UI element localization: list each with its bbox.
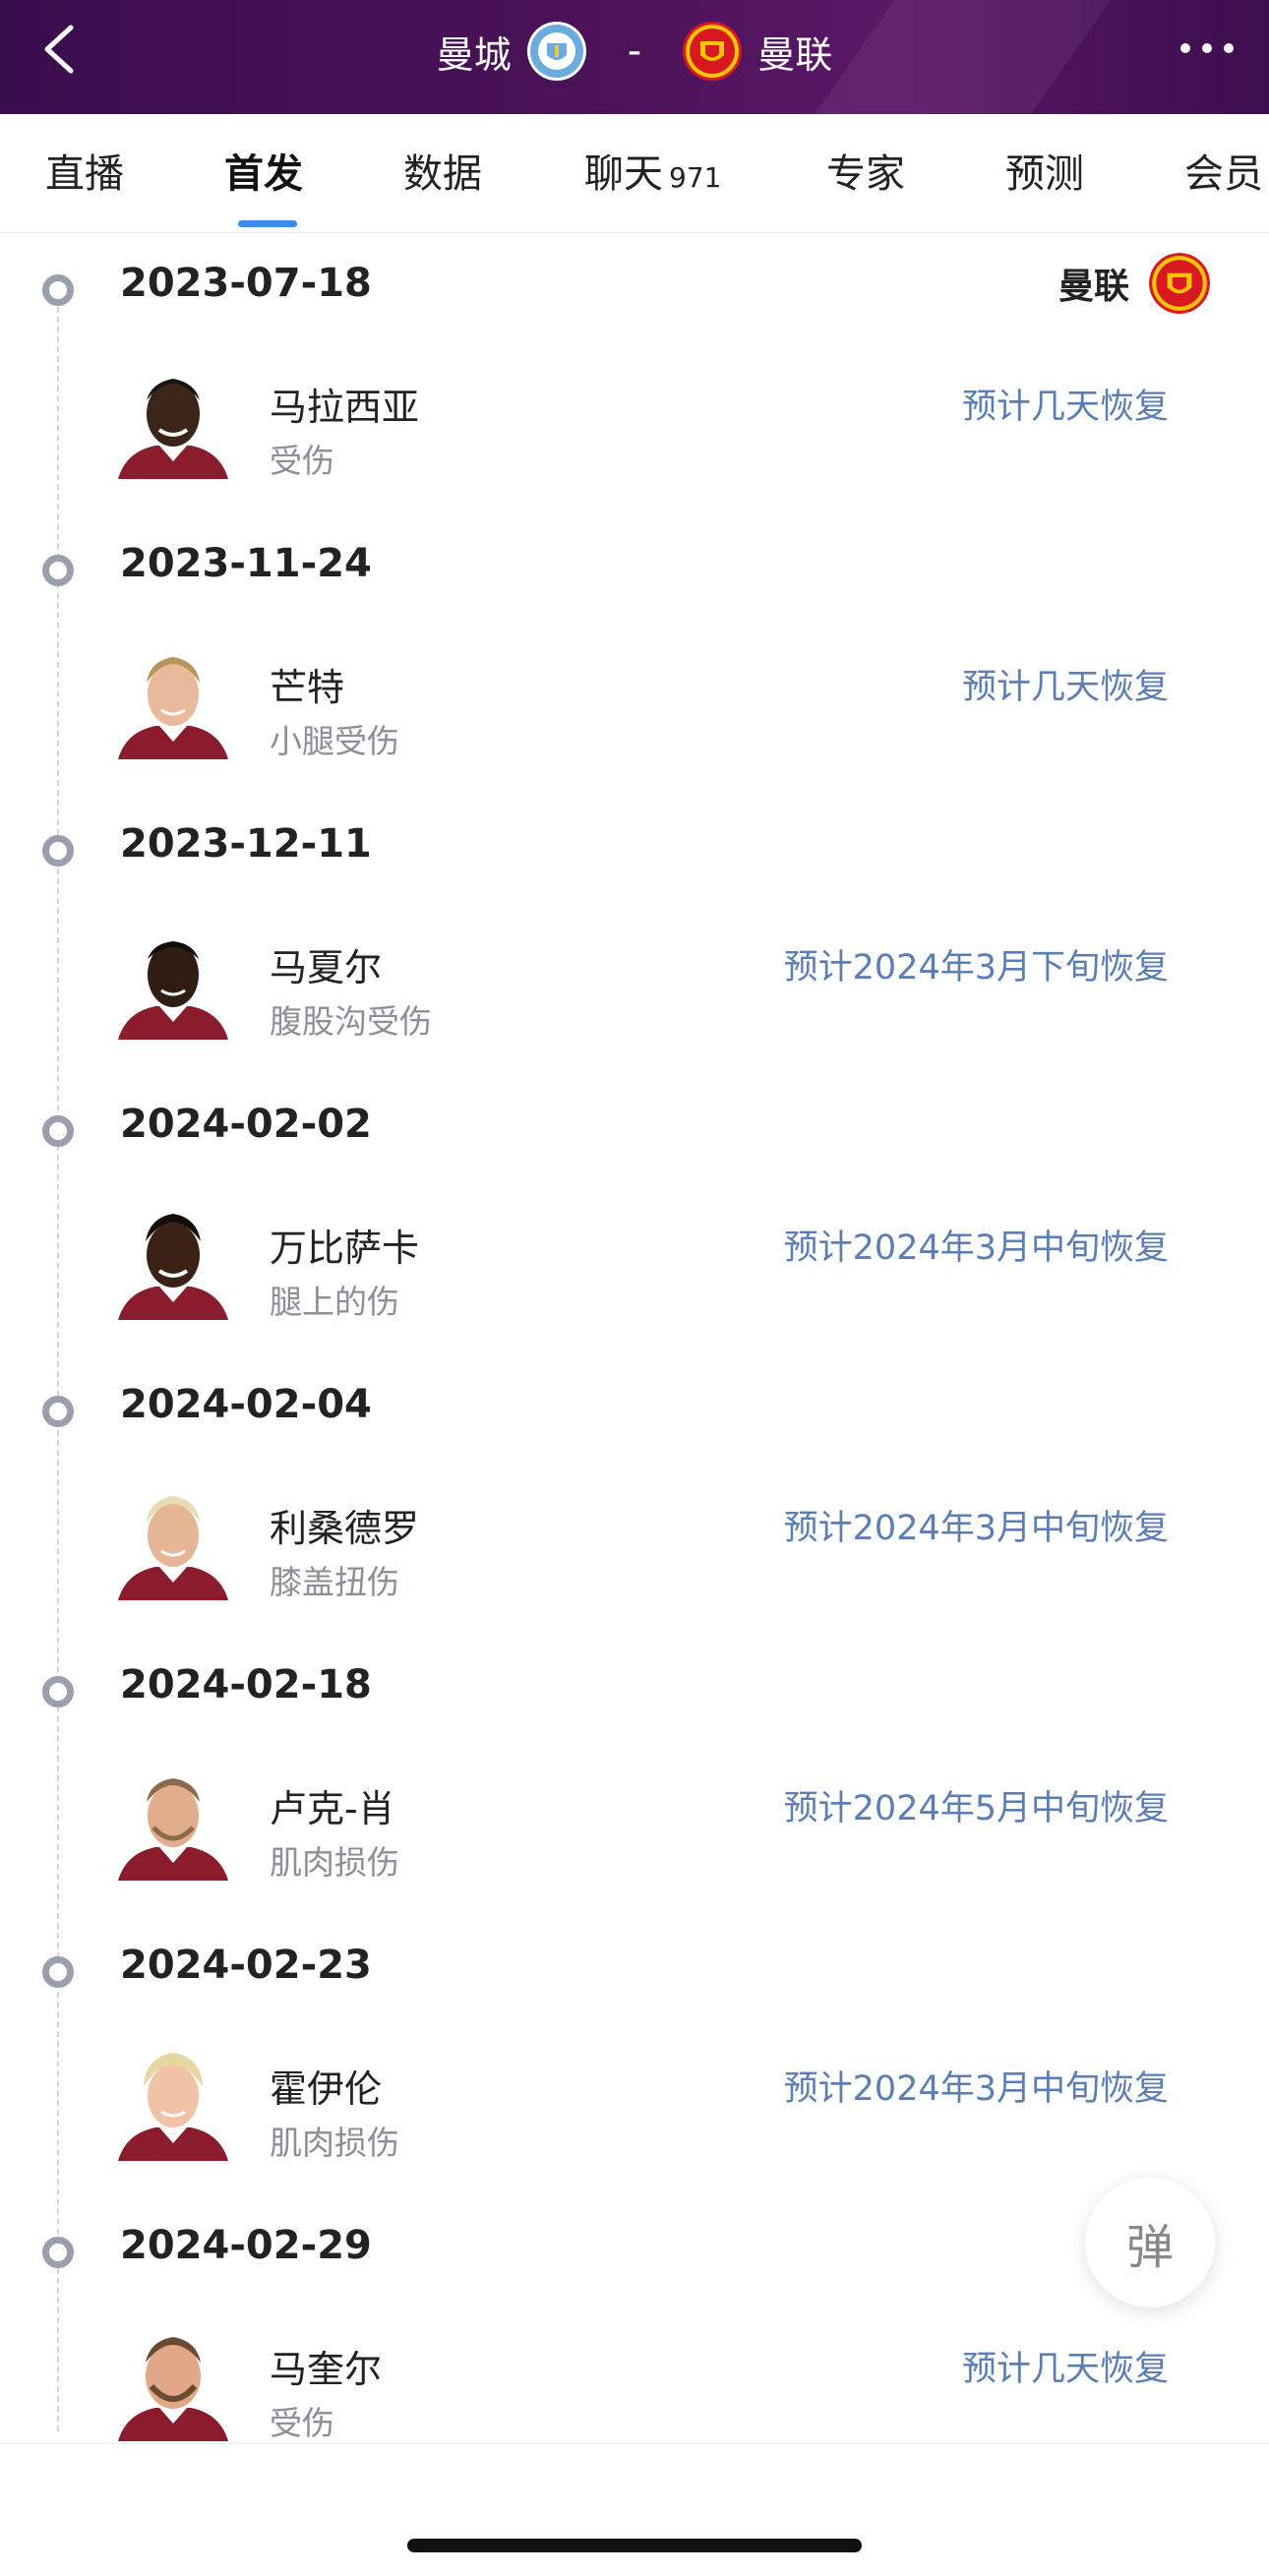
tab-prediction[interactable]: 预测 — [1005, 114, 1084, 232]
recovery-estimate: 预计2024年5月中旬恢复 — [783, 1789, 1169, 1828]
injury-date: 2023-12-11 — [120, 821, 372, 867]
timeline-dot — [42, 1396, 74, 1427]
home-team[interactable]: 曼城 — [437, 20, 588, 83]
injury-entry[interactable]: 2023-11-24 芒特 小腿受伤 预计几天恢复 — [0, 513, 1269, 794]
timeline-dot — [42, 1115, 74, 1147]
injury-type: 腹股沟受伤 — [270, 1002, 432, 1041]
recovery-estimate: 预计几天恢复 — [961, 2350, 1169, 2389]
man-united-badge-icon — [683, 22, 743, 81]
injury-entry[interactable]: 2024-02-23 霍伊伦 肌肉损伤 预计2024年3月中旬恢复 — [0, 1915, 1269, 2195]
recovery-estimate: 预计2024年3月中旬恢复 — [783, 2069, 1169, 2109]
player-avatar — [118, 2053, 228, 2161]
timeline-dot — [42, 274, 74, 306]
timeline-dot — [42, 1956, 74, 1988]
more-horizontal-icon[interactable] — [1180, 43, 1234, 53]
player-avatar — [118, 657, 228, 759]
tab-live[interactable]: 直播 — [45, 114, 124, 232]
player-name: 马奎尔 — [270, 2348, 383, 2391]
match-title: 曼城 - 曼联 — [0, 0, 1269, 102]
injury-type: 小腿受伤 — [270, 722, 399, 760]
tab-experts[interactable]: 专家 — [826, 114, 905, 232]
timeline-dot — [42, 1676, 74, 1707]
tab-bar: 直播 首发 数据 聊天 971 专家 预测 会员 — [0, 114, 1269, 233]
away-team[interactable]: 曼联 — [681, 20, 832, 83]
player-avatar — [118, 379, 228, 479]
player-avatar — [118, 941, 228, 1040]
injury-entry[interactable]: 2024-02-18 卢克-肖 肌肉损伤 预计2024年5月中旬恢复 — [0, 1635, 1269, 1915]
injury-type: 肌肉损伤 — [270, 2124, 399, 2162]
injury-entry[interactable]: 2024-02-04 利桑德罗 膝盖扭伤 预计2024年3月中旬恢复 — [0, 1354, 1269, 1635]
timeline-dot — [42, 835, 74, 867]
chat-count: 971 — [669, 161, 722, 194]
tab-chat[interactable]: 聊天 971 — [584, 114, 721, 232]
player-name: 马夏尔 — [270, 946, 383, 989]
recovery-estimate: 预计几天恢复 — [961, 668, 1169, 707]
more-dot — [1180, 43, 1190, 53]
injury-type: 膝盖扭伤 — [270, 1563, 399, 1601]
injury-entry[interactable]: 2024-02-29 马奎尔 受伤 预计几天恢复 — [0, 2195, 1269, 2476]
injury-type: 腿上的伤 — [270, 1283, 399, 1321]
away-team-name: 曼联 — [757, 32, 833, 77]
player-name: 霍伊伦 — [270, 2067, 383, 2111]
team-tag-name: 曼联 — [1058, 267, 1129, 307]
recovery-estimate: 预计2024年3月下旬恢复 — [783, 948, 1169, 988]
player-name: 马拉西亚 — [270, 386, 420, 429]
injury-type: 受伤 — [270, 2404, 334, 2442]
man-city-badge-icon — [526, 22, 586, 81]
man-united-badge-icon — [1149, 253, 1210, 314]
recovery-estimate: 预计几天恢复 — [961, 388, 1169, 427]
injury-date: 2023-07-18 — [120, 261, 372, 306]
active-tab-indicator — [238, 220, 297, 227]
player-avatar — [118, 1778, 228, 1881]
player-name: 利桑德罗 — [270, 1507, 420, 1550]
injury-entry[interactable]: 2024-02-02 万比萨卡 腿上的伤 预计2024年3月中旬恢复 — [0, 1074, 1269, 1354]
player-avatar — [118, 1214, 228, 1320]
danmaku-button[interactable]: 弹 — [1085, 2178, 1215, 2307]
injury-type: 受伤 — [270, 442, 334, 480]
injury-date: 2024-02-18 — [120, 1662, 372, 1707]
home-team-name: 曼城 — [436, 32, 512, 77]
tab-chat-label: 聊天 — [584, 151, 663, 197]
injury-type: 肌肉损伤 — [270, 1843, 399, 1882]
tab-stats[interactable]: 数据 — [403, 114, 482, 232]
injury-entry[interactable]: 2023-07-18 曼联 马拉西亚 受伤 预计几天恢复 — [0, 233, 1269, 513]
more-dot — [1202, 43, 1212, 53]
title-separator: - — [627, 29, 642, 74]
recovery-estimate: 预计2024年3月中旬恢复 — [783, 1228, 1169, 1268]
tab-lineup[interactable]: 首发 — [224, 114, 303, 232]
injury-date: 2024-02-04 — [120, 1382, 372, 1427]
bottom-safe-area — [0, 2443, 1269, 2576]
injury-date: 2024-02-02 — [120, 1102, 372, 1147]
timeline-dot — [42, 555, 74, 586]
player-name: 卢克-肖 — [270, 1787, 395, 1830]
page: 曼城 - 曼联 直播 首发 数据 聊天 971 专家 预测 会员 2023-07… — [0, 0, 1269, 2576]
player-avatar — [118, 1496, 228, 1600]
team-tag: 曼联 — [1058, 251, 1212, 316]
recovery-estimate: 预计2024年3月中旬恢复 — [783, 1509, 1169, 1548]
match-header: 曼城 - 曼联 — [0, 0, 1269, 114]
player-avatar — [118, 2337, 228, 2441]
timeline-dot — [42, 2237, 74, 2268]
injury-date: 2023-11-24 — [120, 541, 372, 586]
tab-membership[interactable]: 会员 — [1184, 114, 1263, 232]
injury-date: 2024-02-29 — [120, 2223, 372, 2268]
injury-entry[interactable]: 2023-12-11 马夏尔 腹股沟受伤 预计2024年3月下旬恢复 — [0, 794, 1269, 1074]
injury-date: 2024-02-23 — [120, 1943, 372, 1988]
injury-timeline: 2023-07-18 曼联 马拉西亚 受伤 预计几天恢复 2023-11-24 … — [0, 233, 1269, 2442]
player-name: 芒特 — [270, 666, 345, 709]
home-indicator[interactable] — [407, 2539, 862, 2552]
more-dot — [1224, 43, 1234, 53]
player-name: 万比萨卡 — [270, 1227, 420, 1270]
